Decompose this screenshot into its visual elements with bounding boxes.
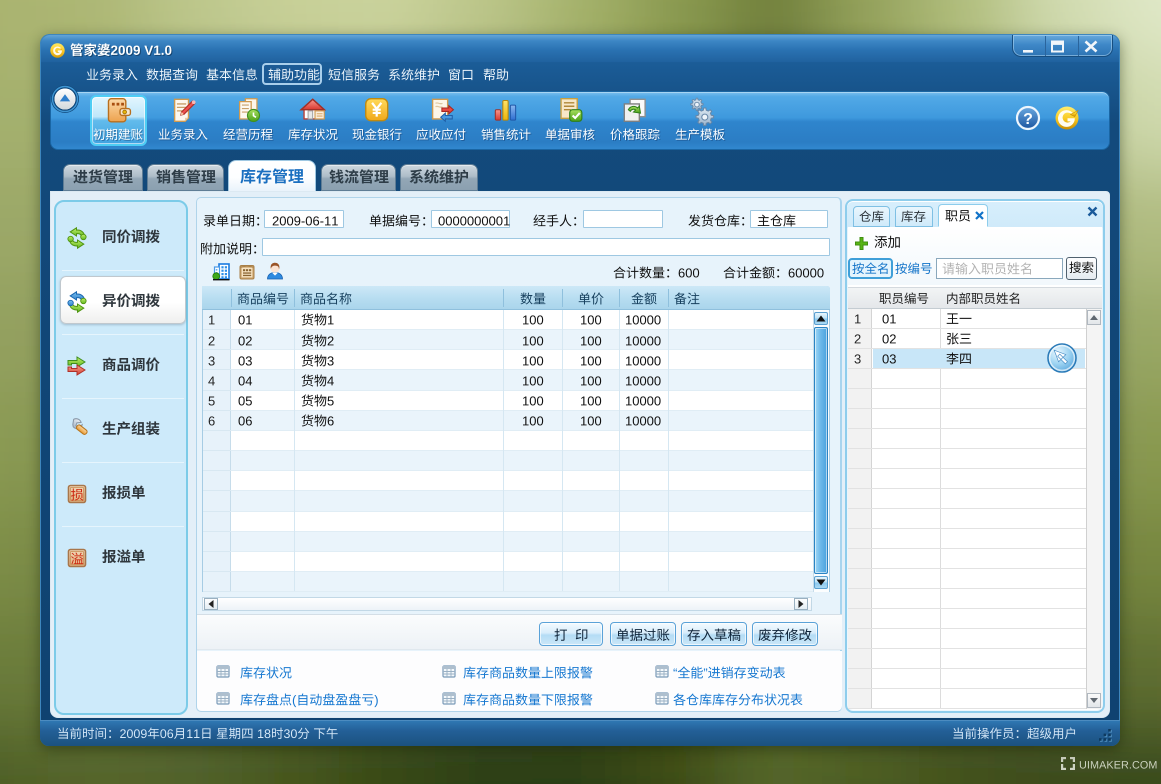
svg-text:?: ?: [1023, 111, 1033, 128]
